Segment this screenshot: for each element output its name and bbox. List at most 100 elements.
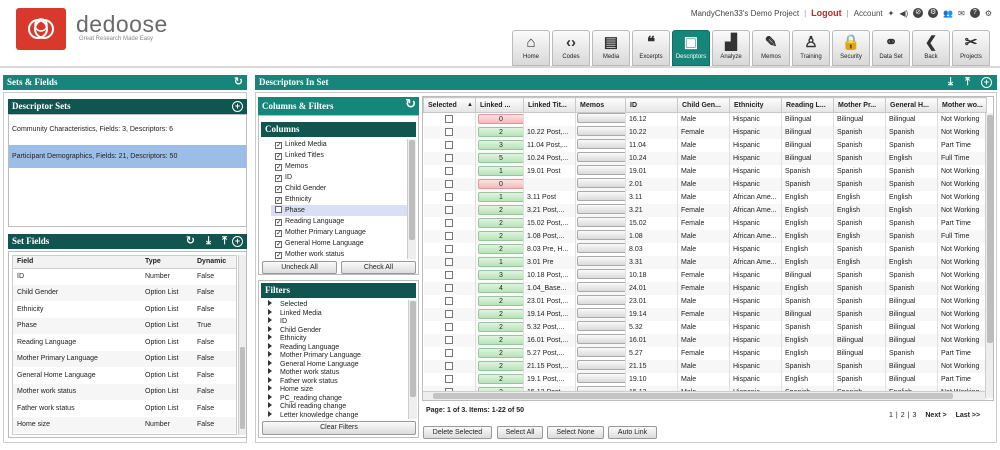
column-toggle-item[interactable]: ✓ Ethnicity <box>271 194 407 205</box>
filter-item[interactable]: Mother Primary Language <box>262 351 408 360</box>
last-page-link[interactable]: Last >> <box>956 412 981 419</box>
grid-row[interactable]: 2 19.14 Post,... 19.14 Female Hispanic Biling… <box>423 307 987 321</box>
scroll-thumb[interactable] <box>987 115 993 343</box>
grid-row[interactable]: 2 21.15 Post,... 21.15 Male Hispanic Spanish S… <box>423 359 987 373</box>
nav-projects-button[interactable]: ✂ Projects <box>952 30 990 66</box>
table-row[interactable]: ID Number False <box>13 268 236 285</box>
grid-row[interactable]: 2 15.02 Post,... 15.02 Female Hispanic Englis… <box>423 216 987 230</box>
filter-item[interactable]: General Home Language <box>262 359 408 369</box>
linked-media-count-button[interactable]: 2 <box>478 205 523 215</box>
checkbox[interactable]: ✓ <box>275 241 282 248</box>
select-all-button[interactable]: Select All <box>497 426 543 439</box>
grid-row[interactable]: 1 3.11 Post 3.11 Male African Ame... English E… <box>423 190 987 204</box>
expand-arrow-icon[interactable] <box>268 410 272 417</box>
upload-icon[interactable]: ⤒ <box>965 76 970 88</box>
grid-row[interactable]: 0 2.01 Male Hispanic Spanish Spanish Spanish No… <box>423 177 987 191</box>
memo-button[interactable] <box>577 373 625 383</box>
linked-media-count-button[interactable]: 2 <box>478 374 523 384</box>
mail-icon[interactable]: ✉ <box>958 9 965 18</box>
refresh-icon[interactable]: ↻ <box>234 76 243 88</box>
checkbox[interactable]: ✓ <box>275 186 282 193</box>
expand-arrow-icon[interactable] <box>268 385 272 391</box>
linked-media-count-button[interactable]: 2 <box>478 296 523 306</box>
status-icon[interactable]: ⊘ <box>913 8 924 18</box>
expand-arrow-icon[interactable] <box>268 368 272 374</box>
descriptor-set-item[interactable]: Participant Demographics, Fields: 21, De… <box>9 145 246 168</box>
row-checkbox[interactable] <box>444 179 453 188</box>
memo-button[interactable] <box>577 139 625 149</box>
column-header[interactable]: Dynamic <box>193 256 236 269</box>
download-icon[interactable]: ⤓ <box>206 235 211 247</box>
filter-item[interactable]: Mother work status <box>262 368 408 377</box>
linked-media-count-button[interactable]: 5 <box>478 153 523 163</box>
checkbox[interactable]: ✓ <box>275 164 282 171</box>
row-checkbox[interactable] <box>444 114 453 123</box>
add-icon[interactable]: + <box>981 77 992 88</box>
memo-button[interactable] <box>577 126 625 136</box>
grid-row[interactable]: 5 10.24 Post,... 10.24 Male Hispanic Bilingua… <box>423 151 987 165</box>
row-checkbox[interactable] <box>444 335 453 344</box>
grid-column-header[interactable]: Mother wo... <box>937 97 987 113</box>
row-checkbox[interactable] <box>444 257 453 266</box>
expand-arrow-icon[interactable] <box>268 351 272 357</box>
scroll-thumb[interactable] <box>410 301 416 397</box>
memo-button[interactable] <box>577 256 625 266</box>
dedoose-logo[interactable] <box>16 8 66 50</box>
help-icon[interactable]: ? <box>969 8 980 18</box>
expand-arrow-icon[interactable] <box>268 393 272 400</box>
row-checkbox[interactable] <box>444 166 453 175</box>
table-row[interactable]: Mother Primary Language Option List False <box>13 350 236 367</box>
checkbox[interactable]: ✓ <box>275 197 282 204</box>
memo-button[interactable] <box>577 295 625 305</box>
memo-button[interactable] <box>577 191 625 201</box>
filter-item[interactable]: Father work status <box>262 376 408 386</box>
expand-arrow-icon[interactable] <box>268 325 272 332</box>
checkbox[interactable]: ✓ <box>275 252 282 259</box>
filter-item[interactable]: Linked Media <box>262 308 408 318</box>
linked-media-count-button[interactable]: 2 <box>478 244 523 254</box>
table-row[interactable]: Mother work status Option List False <box>13 383 236 400</box>
column-toggle-item[interactable]: ✓ Reading Language <box>271 216 407 227</box>
row-checkbox[interactable] <box>444 140 453 149</box>
linked-media-count-button[interactable]: 3 <box>478 140 523 150</box>
memo-button[interactable] <box>577 217 625 227</box>
grid-row[interactable]: 2 3.21 Post,... 3.21 Female African Ame... En… <box>423 203 987 217</box>
table-row[interactable]: Home size Number False <box>13 416 236 433</box>
table-row[interactable]: Ethnicity Option List False <box>13 301 236 318</box>
select-none-button[interactable]: Select None <box>547 426 604 439</box>
grid-row[interactable]: 1 19.01 Post 19.01 Male Hispanic Spanish Spani… <box>423 164 987 178</box>
grid-column-header[interactable]: General H... <box>885 97 938 113</box>
grid-row[interactable]: 2 5.27 Post,... 5.27 Female Hispanic English B… <box>423 346 987 360</box>
grid-column-header[interactable]: Child Gen... <box>677 97 730 113</box>
nav-descriptors-button[interactable]: ▣ Descriptors <box>672 30 710 66</box>
memo-button[interactable] <box>577 230 625 240</box>
expand-arrow-icon[interactable] <box>268 342 272 349</box>
linked-media-count-button[interactable]: 3 <box>478 270 523 280</box>
auto-link-button[interactable]: Auto Link <box>608 426 657 439</box>
set-fields-scrollbar[interactable] <box>238 255 246 435</box>
upload-icon[interactable]: ⤒ <box>222 235 227 247</box>
expand-arrow-icon[interactable] <box>268 317 272 323</box>
checkbox[interactable]: ✓ <box>275 142 282 149</box>
linked-media-count-button[interactable]: 2 <box>478 127 523 137</box>
filter-item[interactable]: Reading Language <box>262 342 408 352</box>
grid-column-header[interactable]: Ethnicity <box>729 97 782 113</box>
memo-button[interactable] <box>577 243 625 253</box>
linked-media-count-button[interactable]: 1 <box>478 192 523 202</box>
row-checkbox[interactable] <box>444 374 453 383</box>
project-name[interactable]: MandyChen33's Demo Project <box>691 9 799 18</box>
add-icon[interactable]: + <box>232 236 243 247</box>
grid-column-header[interactable]: Mother Pr... <box>833 97 886 113</box>
refresh-icon[interactable]: ↻ <box>186 235 195 247</box>
linked-media-count-button[interactable]: 2 <box>478 218 523 228</box>
grid-column-header[interactable]: Linked ... <box>475 97 524 113</box>
grid-row[interactable]: 2 1.08 Post,... 1.08 Male African Ame... Engl… <box>423 229 987 243</box>
nav-security-button[interactable]: 🔒 Security <box>832 30 870 66</box>
columns-scrollbar[interactable] <box>407 139 416 259</box>
volume-icon[interactable]: ◀) <box>899 9 908 18</box>
uncheck-all-button[interactable]: Uncheck All <box>262 261 337 274</box>
column-toggle-item[interactable]: ✓ ID <box>271 172 407 183</box>
grid-row[interactable]: 3 10.18 Post,... 10.18 Female Hispanic Biling… <box>423 268 987 282</box>
nav-codes-button[interactable]: ‹› Codes <box>552 30 590 66</box>
column-header[interactable]: Field <box>13 256 141 269</box>
